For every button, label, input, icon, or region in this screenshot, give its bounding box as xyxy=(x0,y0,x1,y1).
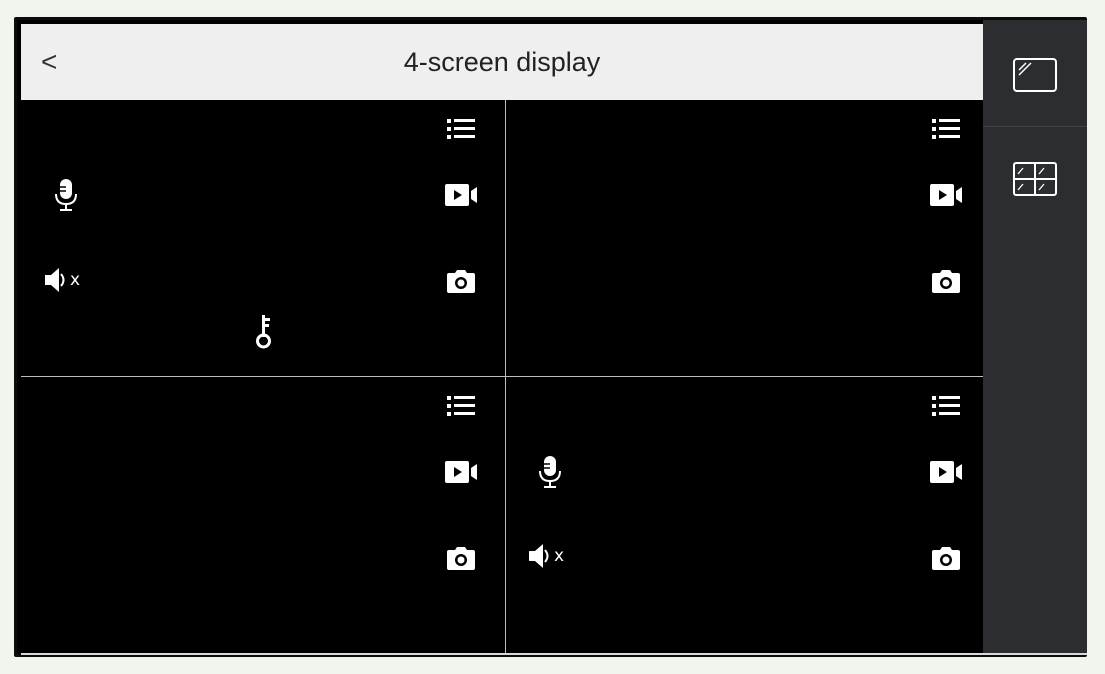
device-frame: 4-screen display < x x xyxy=(14,17,1087,657)
mute-mark: x xyxy=(554,546,565,566)
sidebar-divider xyxy=(983,126,1087,127)
single-screen-button[interactable] xyxy=(983,50,1087,100)
snapshot-camera-icon[interactable] xyxy=(929,541,963,575)
four-screen-button[interactable] xyxy=(983,154,1087,204)
bottom-divider xyxy=(21,653,1087,655)
menu-list-icon[interactable] xyxy=(929,112,963,146)
video-grid: x x xyxy=(21,100,983,654)
layout-sidebar xyxy=(983,20,1087,654)
speaker-muted-icon[interactable]: x xyxy=(527,539,587,573)
back-button[interactable]: < xyxy=(41,24,57,100)
snapshot-camera-icon[interactable] xyxy=(444,264,478,298)
record-video-icon[interactable] xyxy=(444,455,478,489)
snapshot-camera-icon[interactable] xyxy=(929,264,963,298)
record-video-icon[interactable] xyxy=(444,178,478,212)
microphone-icon[interactable] xyxy=(533,455,567,489)
video-pane-2[interactable] xyxy=(506,100,986,376)
unlock-key-icon[interactable] xyxy=(247,314,281,349)
menu-list-icon[interactable] xyxy=(444,112,478,146)
header-bar: 4-screen display < xyxy=(21,24,983,100)
record-video-icon[interactable] xyxy=(929,178,963,212)
speaker-muted-icon[interactable]: x xyxy=(43,263,103,297)
page-title: 4-screen display xyxy=(403,47,601,77)
video-pane-3[interactable] xyxy=(21,377,501,653)
video-pane-1[interactable]: x xyxy=(21,100,501,376)
record-video-icon[interactable] xyxy=(929,455,963,489)
grid-divider-vertical xyxy=(505,100,506,654)
menu-list-icon[interactable] xyxy=(929,389,963,423)
single-screen-icon xyxy=(1013,58,1057,92)
snapshot-camera-icon[interactable] xyxy=(444,541,478,575)
video-pane-4[interactable]: x xyxy=(506,377,986,653)
microphone-icon[interactable] xyxy=(49,178,83,212)
grid-divider-horizontal xyxy=(21,376,983,377)
menu-list-icon[interactable] xyxy=(444,389,478,423)
mute-mark: x xyxy=(70,270,81,290)
four-screen-icon xyxy=(1013,162,1057,196)
